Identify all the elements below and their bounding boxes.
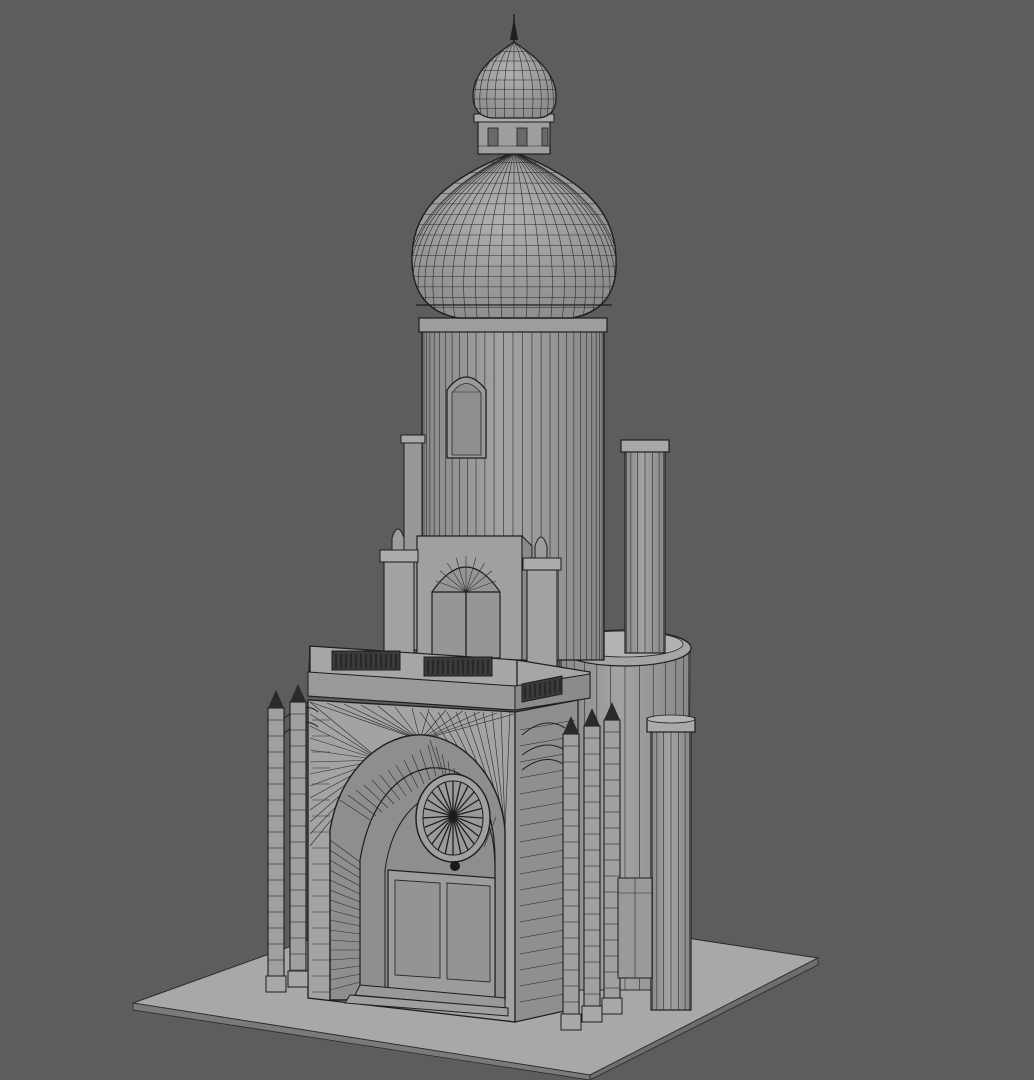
pinnacle-base — [581, 1005, 603, 1023]
pinnacle-shaft — [562, 733, 580, 1017]
pinnacle-shaft — [583, 725, 601, 1009]
lantern — [473, 113, 555, 155]
onion-dome — [411, 151, 617, 319]
upper-pavilion — [416, 534, 533, 661]
small-onion-dome — [472, 14, 557, 119]
pinnacle-shaft — [267, 707, 285, 979]
pinnacle-shaft — [289, 701, 307, 974]
pinnacle-base — [287, 970, 309, 988]
pinnacle-spire — [268, 690, 284, 708]
tower-window — [446, 376, 487, 459]
pinnacle-spire — [290, 684, 306, 702]
wireframe-model-render — [132, 14, 820, 1080]
tall-chimney — [620, 439, 670, 654]
pinnacle-base — [265, 975, 287, 993]
3d-viewport[interactable] — [0, 0, 1034, 1080]
pinnacle-base — [601, 997, 623, 1015]
short-chimney — [646, 714, 696, 1011]
side-door — [617, 877, 653, 979]
pinnacle-base — [560, 1013, 582, 1031]
